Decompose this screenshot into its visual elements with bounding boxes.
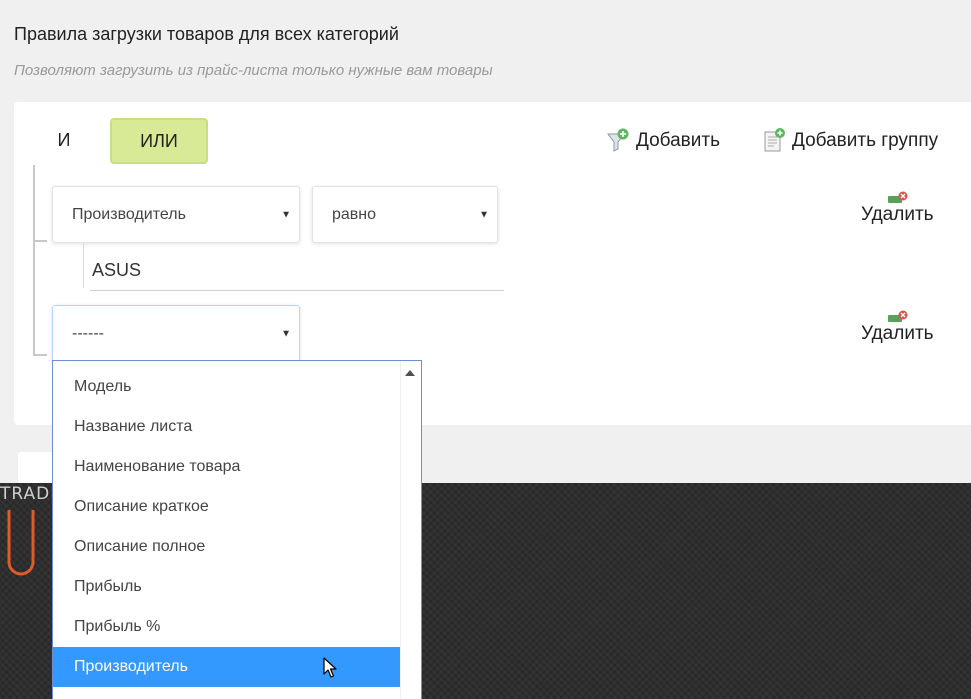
delete-icon: [888, 191, 908, 203]
add-rule-button[interactable]: Добавить: [606, 128, 720, 154]
add-rule-label: Добавить: [636, 130, 720, 151]
dropdown-option[interactable]: [53, 687, 400, 699]
dropdown-option[interactable]: Модель: [53, 367, 400, 407]
scroll-up-arrow-icon[interactable]: [405, 370, 415, 376]
dropdown-option-highlighted[interactable]: Производитель: [53, 647, 400, 687]
dropdown-option[interactable]: Описание полное: [53, 527, 400, 567]
rule-1-operator-select[interactable]: равно ▼: [312, 186, 498, 243]
funnel-add-icon: [606, 128, 630, 154]
document-add-icon: [762, 128, 786, 154]
rule-2-delete-label: Удалить: [861, 323, 934, 344]
page-subtitle: Позволяют загрузить из прайс-листа тольк…: [14, 62, 493, 79]
value-connector-line: [83, 243, 84, 288]
rule-2-delete-button[interactable]: Удалить: [861, 310, 934, 345]
rule-1-operator-value: равно: [332, 205, 377, 223]
rule-1-delete-button[interactable]: Удалить: [861, 191, 934, 226]
caret-down-icon: ▼: [281, 209, 291, 220]
logic-or-button[interactable]: ИЛИ: [110, 118, 208, 164]
dropdown-option[interactable]: Наименование товара: [53, 447, 400, 487]
dropdown-option[interactable]: Название листа: [53, 407, 400, 447]
dropdown-option[interactable]: Описание краткое: [53, 487, 400, 527]
brand-logo-mark: [7, 510, 35, 576]
dropdown-option[interactable]: Прибыль %: [53, 607, 400, 647]
field-dropdown-list[interactable]: Модель Название листа Наименование товар…: [52, 360, 422, 699]
tree-branch-1: [33, 240, 47, 242]
caret-down-icon: ▼: [479, 209, 489, 220]
rule-1-delete-label: Удалить: [861, 204, 934, 225]
caret-down-icon: ▼: [281, 328, 291, 339]
tree-branch-2: [33, 354, 47, 356]
rule-1-field-value: Производитель: [72, 205, 186, 223]
add-group-label: Добавить группу: [792, 130, 939, 151]
rule-1-field-select[interactable]: Производитель ▼: [52, 186, 300, 243]
dropdown-option[interactable]: Прибыль: [53, 567, 400, 607]
logic-and-button[interactable]: И: [40, 117, 88, 163]
mouse-cursor-icon: [323, 657, 337, 678]
rule-1-value-input[interactable]: [90, 250, 504, 291]
page-title: Правила загрузки товаров для всех катего…: [14, 24, 399, 44]
rule-2-field-value: ------: [72, 324, 104, 342]
group-tree-line: [33, 165, 35, 356]
dropdown-scrollbar[interactable]: [400, 361, 421, 699]
add-group-button[interactable]: Добавить группу: [762, 128, 938, 154]
delete-icon: [888, 310, 908, 322]
rule-2-field-select[interactable]: ------ ▼: [52, 305, 300, 362]
